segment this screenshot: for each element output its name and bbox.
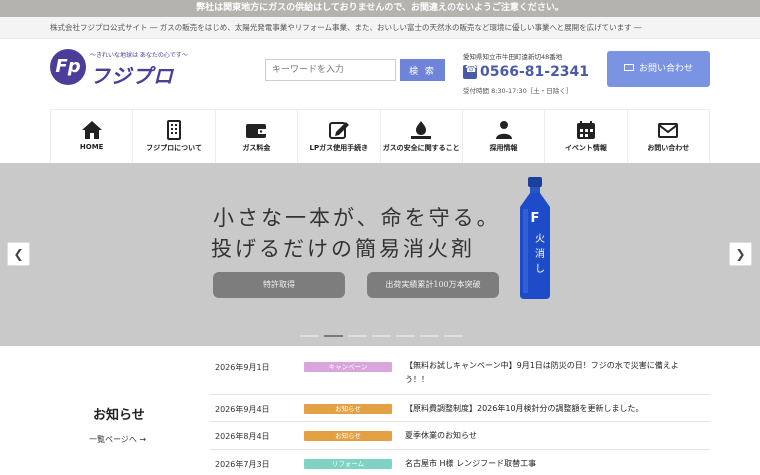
- svg-text:消: 消: [535, 247, 545, 260]
- nav-item-gas-safety[interactable]: ガスの安全に関すること: [379, 110, 462, 163]
- nav-item-lpgas-procedure[interactable]: LPガス使用手続き: [297, 110, 379, 163]
- phone-row[interactable]: 0566-81-2341: [463, 64, 603, 82]
- nav-item-home[interactable]: HOME: [50, 110, 132, 163]
- nav-label: イベント情報: [564, 144, 607, 152]
- news-title[interactable]: 【原料費調整制度】2026年10月検針分の調整額を更新しました。: [405, 402, 690, 416]
- news-tag: キャンペーン: [304, 362, 392, 372]
- wallet-icon: [246, 124, 267, 138]
- nav-label: ガス料金: [242, 144, 271, 152]
- nav-label: 採用情報: [489, 144, 518, 152]
- nav-item-contact[interactable]: お問い合わせ: [626, 110, 710, 163]
- slider-dot[interactable]: [348, 335, 367, 337]
- news-item[interactable]: 2026年9月4日 お知らせ 【原料費調整制度】2026年10月検針分の調整額を…: [210, 395, 710, 422]
- slider-dot[interactable]: [300, 335, 319, 337]
- nav-item-gas-price[interactable]: ガス料金: [214, 110, 297, 163]
- global-nav: HOME フジプロについて ガス料金 LPガス使用手続き ガスの安全に関すること…: [50, 109, 710, 163]
- news-tag: リフォーム: [304, 459, 392, 469]
- hero-badge-shipments: 出荷実績累計100万本突破: [367, 272, 499, 298]
- chevron-right-icon: ❯: [735, 247, 746, 261]
- home-icon: [81, 121, 102, 139]
- site-tagline: 株式会社フジプロ公式サイト ― ガスの販売をはじめ、太陽光発電事業やリフォーム事…: [0, 17, 760, 39]
- nav-label: お問い合わせ: [647, 144, 690, 152]
- slider-dot[interactable]: [420, 335, 439, 337]
- contact-button-label: お問い合わせ: [638, 64, 693, 74]
- notice-banner: 弊社は関東地方にガスの供給はしておりませんので、お間違えのないようご注意ください…: [0, 0, 760, 17]
- hero-badge-patent: 特許取得: [213, 272, 345, 298]
- news-item[interactable]: 2026年9月1日 キャンペーン 【無料お試しキャンペーン中】9月1日は防災の日…: [210, 353, 710, 395]
- nav-label: ガスの安全に関すること: [382, 144, 460, 152]
- slider-dot[interactable]: [396, 335, 415, 337]
- slider-prev-button[interactable]: ❮: [7, 242, 30, 266]
- news-date: 2026年8月4日: [215, 432, 270, 441]
- chevron-left-icon: ❮: [13, 247, 24, 261]
- news-date: 2026年9月1日: [215, 363, 270, 372]
- edit-icon: [328, 122, 349, 139]
- slider-dot-active[interactable]: [324, 335, 343, 337]
- mail-icon: [658, 123, 679, 138]
- search-button[interactable]: 検 索: [400, 59, 445, 81]
- person-icon: [495, 121, 512, 139]
- nav-item-recruit[interactable]: 採用情報: [461, 110, 544, 163]
- news-tag: お知らせ: [304, 431, 392, 441]
- building-icon: [167, 120, 182, 140]
- search-input[interactable]: [265, 59, 396, 81]
- news-more-link[interactable]: 一覧ページへ →: [89, 434, 146, 445]
- slider-dots: [300, 335, 470, 338]
- hero-headline: 小さな一本が、命を守る。: [213, 206, 501, 230]
- svg-text:火: 火: [535, 233, 545, 245]
- nav-label: LPガス使用手続き: [309, 144, 369, 152]
- hero-subheadline: 投げるだけの簡易消火剤: [211, 237, 475, 261]
- svg-text:し: し: [535, 263, 545, 275]
- news-heading: お知らせ: [93, 408, 145, 423]
- nav-label: フジプロについて: [146, 144, 202, 152]
- phone-icon: [463, 64, 477, 79]
- logo[interactable]: Fp 〜きれいな地球は あなたの心です〜 フジプロ: [50, 49, 200, 89]
- nav-item-events[interactable]: イベント情報: [544, 110, 626, 163]
- logo-subtitle: 〜きれいな地球は あなたの心です〜: [90, 52, 188, 59]
- hero-slider[interactable]: 小さな一本が、命を守る。 投げるだけの簡易消火剤 特許取得 出荷実績累計100万…: [0, 163, 760, 346]
- nav-label: HOME: [79, 143, 104, 151]
- safety-icon: [411, 121, 432, 139]
- header: Fp 〜きれいな地球は あなたの心です〜 フジプロ 検 索 愛知県知立市牛田町遠…: [0, 39, 760, 109]
- slider-dot[interactable]: [372, 335, 391, 337]
- business-hours: 受付時間 8:30-17:30［土・日除く］: [463, 87, 573, 95]
- logo-name: フジプロ: [90, 64, 174, 88]
- logo-mark-icon: Fp: [50, 49, 86, 85]
- news-item[interactable]: 2026年8月4日 お知らせ 夏季休業のお知らせ: [210, 422, 710, 450]
- contact-button[interactable]: お問い合わせ: [607, 51, 710, 87]
- news-title[interactable]: 夏季休業のお知らせ: [405, 429, 690, 443]
- news-title[interactable]: 【無料お試しキャンペーン中】9月1日は防災の日！フジの水で災害に備えよう！！: [405, 359, 690, 387]
- phone-number[interactable]: 0566-81-2341: [480, 64, 589, 80]
- svg-text:F: F: [531, 211, 540, 226]
- news-item[interactable]: 2026年7月3日 リフォーム 名古屋市 H様 レンジフード取替工事: [210, 450, 710, 475]
- news-list: 2026年9月1日 キャンペーン 【無料お試しキャンペーン中】9月1日は防災の日…: [210, 353, 710, 475]
- slider-next-button[interactable]: ❯: [729, 242, 752, 266]
- news-date: 2026年7月3日: [215, 460, 270, 469]
- contact-info: 愛知県知立市牛田町遠新切48番地 0566-81-2341 受付時間 8:30-…: [463, 51, 603, 95]
- company-address: 愛知県知立市牛田町遠新切48番地: [463, 53, 563, 61]
- nav-item-about[interactable]: フジプロについて: [132, 110, 214, 163]
- mail-icon: [623, 64, 634, 71]
- news-title[interactable]: 名古屋市 H様 レンジフード取替工事: [405, 457, 690, 471]
- slider-dot[interactable]: [444, 335, 463, 337]
- calendar-icon: [576, 121, 595, 139]
- fire-extinguisher-bottle-image: F 火 消 し: [520, 177, 550, 299]
- news-tag: お知らせ: [304, 404, 392, 414]
- news-date: 2026年9月4日: [215, 405, 270, 414]
